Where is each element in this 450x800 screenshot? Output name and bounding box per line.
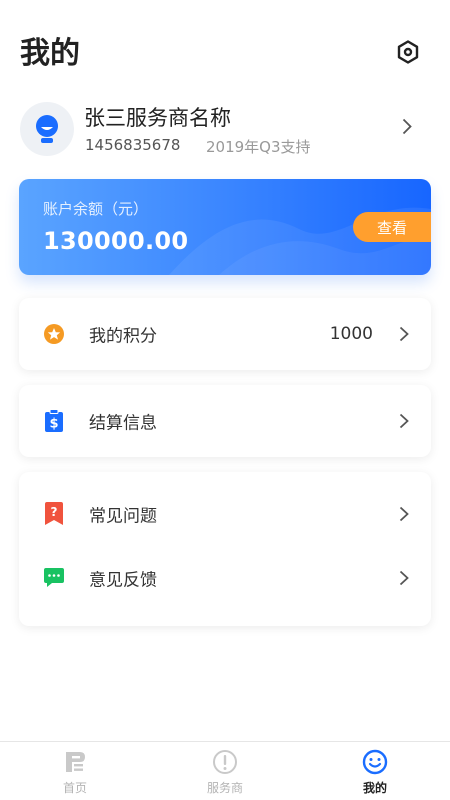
star-badge-icon (43, 323, 65, 345)
menu-label-faq: 常见问题 (89, 506, 157, 527)
user-avatar-icon (36, 115, 58, 143)
bottom-tab-bar: 首页 服务商 我的 (0, 741, 450, 800)
svg-text:?: ? (51, 505, 58, 519)
chevron-right-icon (402, 118, 412, 135)
avatar (20, 102, 74, 156)
page-title: 我的 (20, 36, 80, 71)
tab-label-home: 首页 (62, 781, 87, 795)
settlement-card: $ 结算信息 (19, 385, 431, 457)
chevron-right-icon (399, 570, 409, 586)
tab-home[interactable]: 首页 (0, 742, 150, 800)
menu-item-faq[interactable]: ? 常见问题 (19, 482, 431, 546)
info-circle-icon (212, 749, 238, 775)
balance-amount: 130000.00 (43, 227, 189, 255)
chevron-right-icon (399, 326, 409, 342)
profile-section[interactable]: 张三服务商名称 1456835678 2019年Q3支持 (20, 100, 430, 158)
balance-card: 账户余额（元） 130000.00 查看 (19, 179, 431, 275)
chevron-right-icon (399, 413, 409, 429)
menu-item-feedback[interactable]: 意见反馈 (19, 546, 431, 610)
balance-label: 账户余额（元） (43, 200, 149, 218)
menu-item-settlement[interactable]: $ 结算信息 (19, 389, 431, 453)
points-card: 我的积分 1000 (19, 298, 431, 370)
tab-provider[interactable]: 服务商 (150, 742, 300, 800)
svg-text:$: $ (49, 417, 58, 432)
chevron-right-icon (399, 506, 409, 522)
menu-item-points[interactable]: 我的积分 1000 (19, 302, 431, 366)
menu-label-feedback: 意见反馈 (89, 570, 157, 591)
settings-button[interactable] (394, 38, 422, 66)
question-bookmark-icon: ? (43, 502, 65, 525)
profile-name: 张三服务商名称 (84, 106, 231, 130)
settings-hexagon-icon (397, 40, 419, 64)
menu-label-points: 我的积分 (89, 326, 157, 347)
view-balance-button[interactable]: 查看 (353, 212, 431, 242)
smiley-icon (362, 749, 388, 775)
tab-label-mine: 我的 (362, 781, 387, 795)
profile-plan: 2019年Q3支持 (206, 138, 311, 156)
dollar-clipboard-icon: $ (43, 409, 65, 432)
tab-mine[interactable]: 我的 (300, 742, 450, 800)
chat-bubble-icon (43, 567, 65, 589)
tab-label-provider: 服务商 (206, 781, 243, 795)
menu-label-settlement: 结算信息 (89, 413, 157, 434)
profile-id: 1456835678 (85, 136, 181, 154)
home-p-icon (62, 749, 88, 775)
help-card: ? 常见问题 意见反馈 (19, 472, 431, 626)
points-value: 1000 (329, 324, 373, 344)
